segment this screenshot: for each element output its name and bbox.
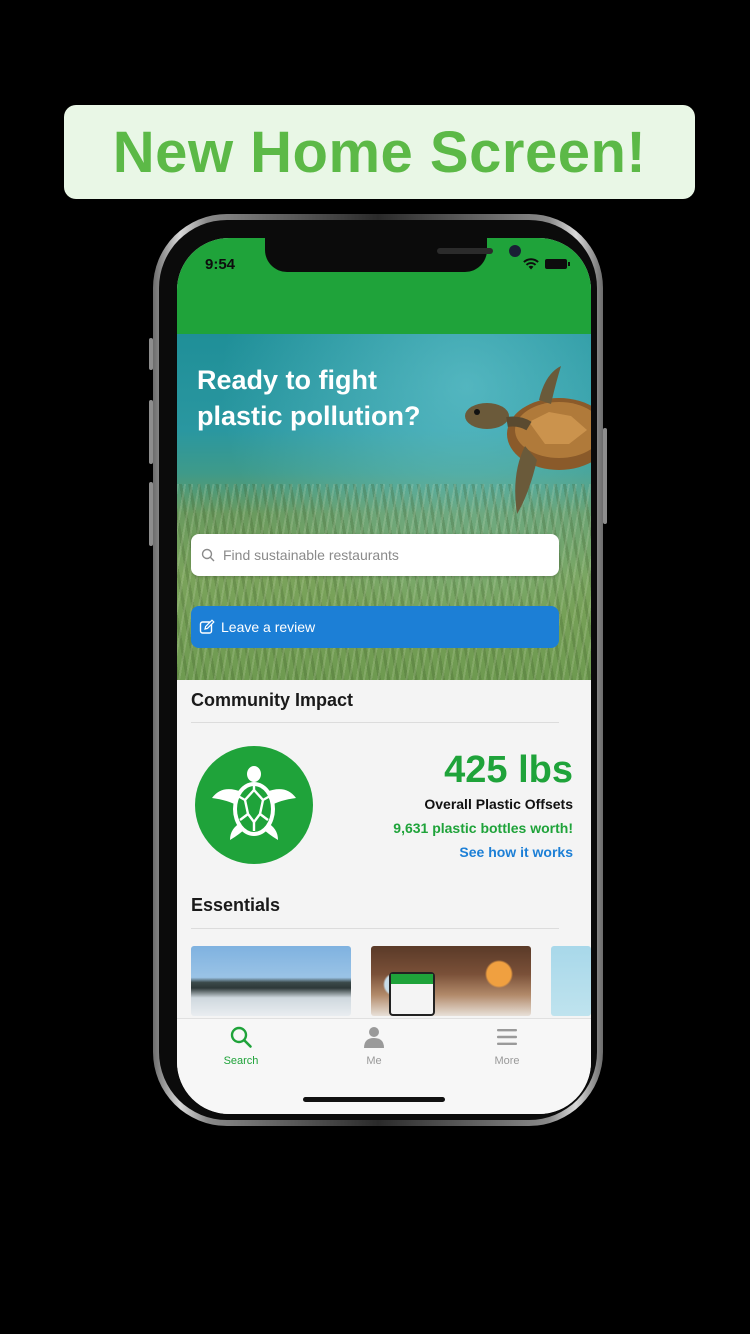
phone-mockup-image [389,972,435,1016]
hero-title: Ready to fight plastic pollution? [197,365,421,431]
community-impact-title: Community Impact [191,690,354,710]
status-time: 9:54 [205,256,236,273]
wifi-icon [523,258,539,270]
notch [265,238,521,272]
phone-bezel: 9:54 Ready to fight plastic pollution? F… [159,220,597,1120]
status-icons [523,258,570,270]
leave-review-button[interactable]: Leave a review [191,606,559,648]
tab-bar: Search Me More [177,1018,591,1114]
sea-turtle-image [465,366,591,514]
search-placeholder: Find sustainable restaurants [223,547,399,563]
search-input[interactable]: Find sustainable restaurants [191,534,559,576]
essentials-card-restaurant[interactable] [371,946,531,1016]
tab-label: Search [223,1055,259,1067]
essentials-title: Essentials [191,895,281,915]
impact-amount: 425 lbs [444,749,573,791]
app-header: 9:54 [177,238,591,334]
app-screen: 9:54 Ready to fight plastic pollution? F… [177,238,591,1114]
tab-label: More [494,1055,520,1067]
essentials-card-beach[interactable] [191,946,351,1016]
impact-label: Overall Plastic Offsets [424,796,573,812]
turtle-icon [212,766,296,840]
edit-icon [199,619,215,634]
tab-search[interactable]: Search [201,1025,281,1067]
essentials-card-plant[interactable] [551,946,591,1016]
home-indicator[interactable] [303,1097,445,1102]
divider [191,928,559,929]
camera [509,245,521,257]
promo-banner: New Home Screen! [64,105,695,199]
power-button [603,428,607,524]
essentials-carousel[interactable] [191,946,591,1016]
person-icon [364,1027,384,1048]
tab-more[interactable]: More [467,1025,547,1067]
promo-title: New Home Screen! [112,119,647,185]
tab-label: Me [366,1055,382,1067]
see-how-it-works-link[interactable]: See how it works [393,844,573,860]
battery-icon [545,259,570,269]
menu-icon [497,1029,517,1045]
impact-stats: 425 lbs Overall Plastic Offsets 9,631 pl… [393,748,573,860]
speaker [437,248,493,254]
phone-frame: 9:54 Ready to fight plastic pollution? F… [153,214,603,1126]
turtle-logo-badge [195,746,313,864]
search-icon [230,1026,252,1048]
hero-banner: Ready to fight plastic pollution? Find s… [177,334,591,680]
search-icon [201,548,215,562]
tab-me[interactable]: Me [334,1025,414,1067]
leave-review-label: Leave a review [221,619,316,635]
divider [191,722,559,723]
impact-bottles: 9,631 plastic bottles worth! [393,820,573,836]
